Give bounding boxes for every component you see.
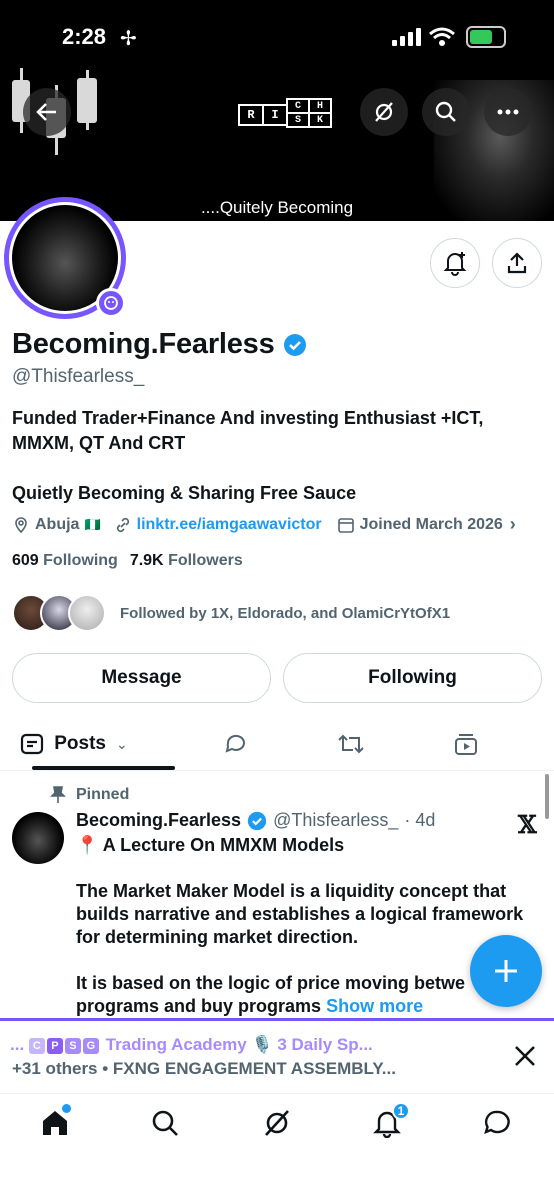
followers-count: 7.9K — [129, 552, 164, 569]
followers-count-link[interactable]: 7.9K Followers — [130, 552, 243, 570]
following-count: 609 — [12, 552, 39, 569]
following-button[interactable]: Following — [283, 653, 542, 703]
pinned-label: Pinned — [76, 786, 130, 803]
share-icon — [507, 252, 527, 274]
nav-messages[interactable] — [482, 1108, 512, 1143]
chevron-right-icon: › — [509, 514, 516, 534]
verified-icon — [283, 333, 306, 356]
media-icon — [455, 734, 477, 755]
profile-banner: 2:28 ✢ R I C H S K ....Quitely Becoming — [0, 0, 554, 221]
location-icon — [15, 516, 27, 533]
bio-line: Funded Trader+Finance And investing Enth… — [12, 408, 484, 428]
arrow-left-icon — [36, 103, 56, 121]
post-line: for determining market direction. — [76, 927, 359, 947]
space-badge: G — [82, 1037, 99, 1054]
tab-media[interactable] — [406, 718, 526, 770]
post-header: Becoming.Fearless @Thisfearless_ · 4d — [76, 810, 435, 831]
profile-handle: @Thisfearless_ — [12, 366, 145, 387]
profile-name: Becoming.Fearless — [12, 328, 275, 360]
pin-emoji-icon: 📍 — [76, 835, 99, 855]
space-subtitle: +31 others • FXNG ENGAGEMENT ASSEMBLY... — [12, 1059, 396, 1078]
nav-notifications[interactable]: 1 — [372, 1102, 410, 1143]
notify-button[interactable] — [430, 238, 480, 288]
status-time: 2:28 — [62, 24, 107, 49]
verified-icon — [247, 811, 267, 830]
flag-icon: 🇳🇬 — [84, 516, 101, 532]
grok-icon — [375, 102, 393, 122]
compose-button[interactable] — [470, 935, 542, 1007]
reply-icon — [225, 734, 245, 753]
more-icon — [497, 109, 519, 115]
nav-home[interactable] — [40, 1104, 71, 1143]
rich-risk-logo: R I C H S K — [238, 98, 332, 130]
space-bar[interactable]: ... CPSG Trading Academy 🎙️ 3 Daily Sp..… — [0, 1021, 554, 1093]
profile-link[interactable]: linktr.ee/iamgaawavictor — [137, 516, 322, 534]
post-line: builds narrative and establishes a logic… — [76, 904, 524, 924]
battery-icon — [466, 26, 506, 48]
bio-line: Quietly Becoming & Sharing Free Sauce — [12, 483, 357, 503]
share-button[interactable] — [492, 238, 542, 288]
plus-icon — [495, 960, 517, 982]
link-icon — [116, 517, 129, 532]
chat-icon — [484, 1110, 510, 1135]
posts-icon — [21, 733, 44, 755]
search-icon — [435, 101, 456, 122]
message-button[interactable]: Message — [12, 653, 271, 703]
location-text: Abuja — [35, 515, 80, 533]
post-title: A Lecture On MMXM Models — [102, 835, 345, 855]
smiley-icon — [104, 296, 118, 310]
status-activity-icon: ✢ — [120, 28, 137, 50]
post-author-handle: @Thisfearless_ — [273, 810, 399, 830]
tab-posts[interactable]: Posts ⌄ — [0, 718, 175, 770]
new-posts-dot — [62, 1104, 71, 1113]
following-count-link[interactable]: 609 Following — [12, 552, 118, 570]
post-line: programs and buy programs — [76, 996, 322, 1016]
chevron-down-icon: ⌄ — [116, 735, 128, 752]
more-button[interactable] — [484, 88, 532, 136]
followed-by-row[interactable]: Followed by 1X, Eldorado, and OlamiCrYtO… — [12, 594, 450, 632]
back-button[interactable] — [23, 88, 71, 136]
search-icon — [152, 1110, 178, 1136]
signal-icon — [392, 28, 421, 46]
grok-icon — [265, 1110, 289, 1136]
scrollbar[interactable] — [545, 774, 549, 819]
affiliation-badge — [96, 288, 126, 318]
space-badge: P — [46, 1037, 63, 1054]
notifications-badge: 1 — [392, 1102, 410, 1120]
post-time: · 4d — [404, 810, 436, 830]
bell-plus-icon — [443, 252, 467, 276]
post-author-name[interactable]: Becoming.Fearless — [76, 810, 241, 831]
pinned-indicator: Pinned — [50, 786, 129, 804]
post-author-avatar[interactable] — [12, 812, 64, 864]
followers-label: Followers — [168, 552, 243, 569]
followed-by-text: Followed by 1X, Eldorado, and OlamiCrYtO… — [120, 604, 451, 622]
space-badge: C — [28, 1037, 45, 1054]
grok-button[interactable] — [360, 88, 408, 136]
search-button[interactable] — [422, 88, 470, 136]
nav-grok[interactable] — [262, 1108, 292, 1143]
space-badge: S — [64, 1037, 81, 1054]
close-space-button[interactable] — [512, 1043, 538, 1074]
space-prefix: ... — [10, 1035, 25, 1054]
follower-avatar — [68, 594, 106, 632]
following-label: Following — [43, 552, 118, 569]
bio-line: MMXM, QT And CRT — [12, 433, 186, 453]
pin-icon — [50, 786, 66, 803]
nav-search[interactable] — [150, 1108, 180, 1143]
show-more-link[interactable]: Show more — [326, 996, 423, 1016]
tab-replies[interactable] — [176, 718, 296, 770]
joined-date: Joined March 2026 — [359, 515, 503, 533]
post-line: The Market Maker Model is a liquidity co… — [76, 881, 507, 901]
tab-posts-label: Posts — [54, 733, 106, 754]
space-title: Trading Academy 🎙️ 3 Daily Sp... — [105, 1035, 373, 1054]
repost-icon — [338, 734, 364, 754]
tab-reposts[interactable] — [296, 718, 406, 770]
calendar-icon — [337, 517, 354, 533]
close-icon — [515, 1046, 535, 1066]
wifi-icon — [429, 27, 455, 46]
